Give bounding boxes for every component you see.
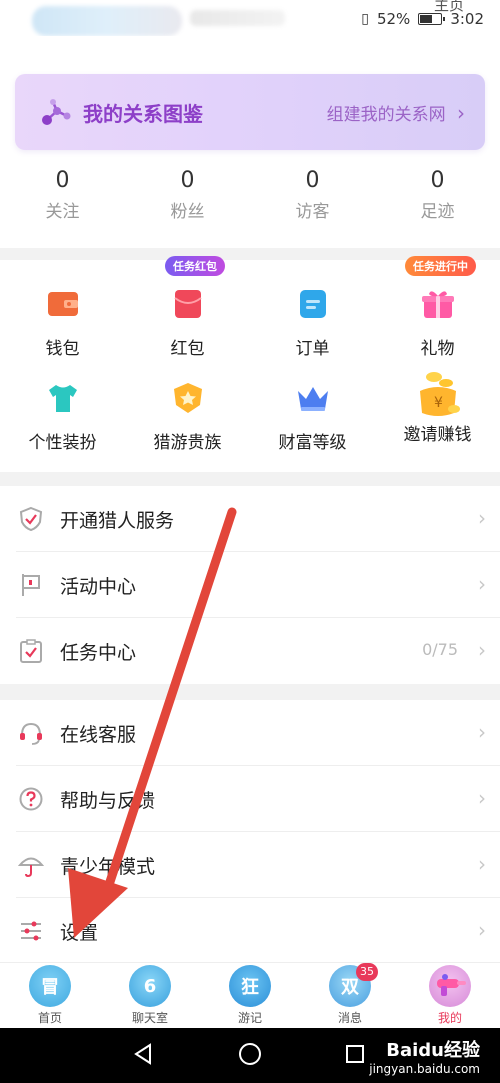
battery-percent: 52% bbox=[376, 10, 411, 28]
home-circle-icon[interactable] bbox=[238, 1042, 262, 1066]
menu-help-feedback[interactable]: 帮助与反馈 › bbox=[16, 766, 500, 832]
umbrella-icon bbox=[18, 857, 44, 878]
menu-group-support: 在线客服 › 帮助与反馈 › 青少年模式 › 设置 › bbox=[0, 700, 500, 964]
recents-icon[interactable] bbox=[345, 1044, 365, 1064]
tab-home[interactable]: 冒 首页 bbox=[0, 963, 100, 1029]
water-gun-icon bbox=[429, 965, 471, 1007]
menu-activity-center[interactable]: 活动中心 › bbox=[16, 552, 500, 618]
menu-hunter-service[interactable]: 开通猎人服务 › bbox=[16, 486, 500, 552]
menu-settings[interactable]: 设置 › bbox=[16, 898, 500, 964]
menu-teen-mode[interactable]: 青少年模式 › bbox=[16, 832, 500, 898]
build-relation-link[interactable]: 组建我的关系网 › bbox=[327, 100, 465, 125]
home-tab-icon: 冒 bbox=[29, 965, 71, 1007]
vibrate-icon: ▯ bbox=[361, 11, 369, 27]
unread-count-badge: 35 bbox=[356, 963, 378, 981]
shield-check-icon bbox=[19, 506, 43, 532]
chevron-right-icon: › bbox=[478, 572, 486, 596]
menu-group-services: 开通猎人服务 › 活动中心 › 任务中心 0/75 › bbox=[0, 486, 500, 684]
noble-badge-icon bbox=[166, 376, 210, 420]
red-envelope-icon bbox=[166, 282, 210, 326]
tab-chatroom[interactable]: 6 聊天室 bbox=[100, 963, 200, 1029]
chatroom-tab-icon: 6 bbox=[129, 965, 171, 1007]
clipboard-check-icon bbox=[20, 639, 42, 663]
stat-fans[interactable]: 0 粉丝 bbox=[125, 168, 250, 228]
task-redpacket-badge: 任务红包 bbox=[165, 256, 225, 276]
sliders-icon bbox=[21, 921, 41, 941]
gift-icon bbox=[416, 282, 460, 326]
build-relation-label: 组建我的关系网 bbox=[326, 105, 446, 125]
bottom-tab-bar: 冒 首页 6 聊天室 狂 游记 双 35 消息 我的 bbox=[0, 962, 500, 1028]
grid-item-wealth[interactable]: 财富等级 bbox=[250, 376, 375, 453]
chevron-right-icon: › bbox=[478, 506, 486, 530]
grid-item-invite[interactable]: ¥ 邀请赚钱 bbox=[375, 368, 500, 445]
status-bar: 主页 ▯ 52% 3:02 bbox=[0, 0, 500, 36]
grid-item-wallet[interactable]: 钱包 bbox=[0, 282, 125, 359]
relation-map-title: 我的关系图鉴 bbox=[83, 102, 203, 126]
flag-icon bbox=[22, 574, 40, 596]
svg-text:¥: ¥ bbox=[434, 395, 443, 411]
coins-icon: ¥ bbox=[411, 368, 465, 420]
grid-item-noble[interactable]: 猎游贵族 bbox=[125, 376, 250, 453]
headset-icon bbox=[20, 722, 42, 745]
tab-messages[interactable]: 双 35 消息 bbox=[300, 963, 400, 1029]
grid-item-red-envelope[interactable]: 任务红包 红包 bbox=[125, 256, 250, 359]
relation-graph-icon bbox=[42, 99, 71, 125]
baidu-watermark: Baidu经验 jingyan.baidu.com bbox=[369, 1040, 480, 1076]
chevron-right-icon: › bbox=[457, 101, 465, 125]
blurred-avatar-area bbox=[32, 6, 182, 36]
status-indicators: ▯ 52% 3:02 bbox=[361, 10, 484, 28]
chevron-right-icon: › bbox=[478, 786, 486, 810]
system-nav-bar: Baidu经验 jingyan.baidu.com bbox=[0, 1028, 500, 1083]
grid-item-gift[interactable]: 任务进行中 礼物 bbox=[375, 256, 500, 359]
chevron-right-icon: › bbox=[478, 638, 486, 662]
profile-card: 我的关系图鉴 组建我的关系网 › 0 关注 0 粉丝 0 访客 0 足迹 bbox=[0, 36, 500, 248]
tab-mine[interactable]: 我的 bbox=[400, 963, 500, 1029]
question-icon bbox=[19, 787, 43, 811]
feature-grid: 钱包 任务红包 红包 订单 任务进行中 礼物 个性装扮 猎游贵族 财富等级 ¥ … bbox=[0, 256, 500, 472]
order-icon bbox=[291, 282, 335, 326]
back-icon[interactable] bbox=[132, 1042, 154, 1066]
clock: 3:02 bbox=[450, 10, 484, 28]
stats-row: 0 关注 0 粉丝 0 访客 0 足迹 bbox=[0, 168, 500, 228]
battery-icon bbox=[418, 13, 446, 25]
chevron-right-icon: › bbox=[478, 852, 486, 876]
chevron-right-icon: › bbox=[478, 918, 486, 942]
tshirt-icon bbox=[41, 376, 85, 420]
tab-travel[interactable]: 狂 游记 bbox=[200, 963, 300, 1029]
crown-icon bbox=[291, 376, 335, 420]
stat-footprints[interactable]: 0 足迹 bbox=[375, 168, 500, 228]
task-in-progress-badge: 任务进行中 bbox=[405, 256, 476, 276]
stat-visitors[interactable]: 0 访客 bbox=[250, 168, 375, 228]
stat-following[interactable]: 0 关注 bbox=[0, 168, 125, 228]
grid-item-orders[interactable]: 订单 bbox=[250, 282, 375, 359]
menu-customer-service[interactable]: 在线客服 › bbox=[16, 700, 500, 766]
task-progress-value: 0/75 bbox=[422, 640, 458, 659]
menu-task-center[interactable]: 任务中心 0/75 › bbox=[16, 618, 500, 684]
chevron-right-icon: › bbox=[478, 720, 486, 744]
blurred-name-area bbox=[190, 10, 285, 26]
travel-tab-icon: 狂 bbox=[229, 965, 271, 1007]
wallet-icon bbox=[41, 282, 85, 326]
relation-map-banner[interactable]: 我的关系图鉴 组建我的关系网 › bbox=[15, 74, 485, 150]
grid-item-dressup[interactable]: 个性装扮 bbox=[0, 376, 125, 453]
